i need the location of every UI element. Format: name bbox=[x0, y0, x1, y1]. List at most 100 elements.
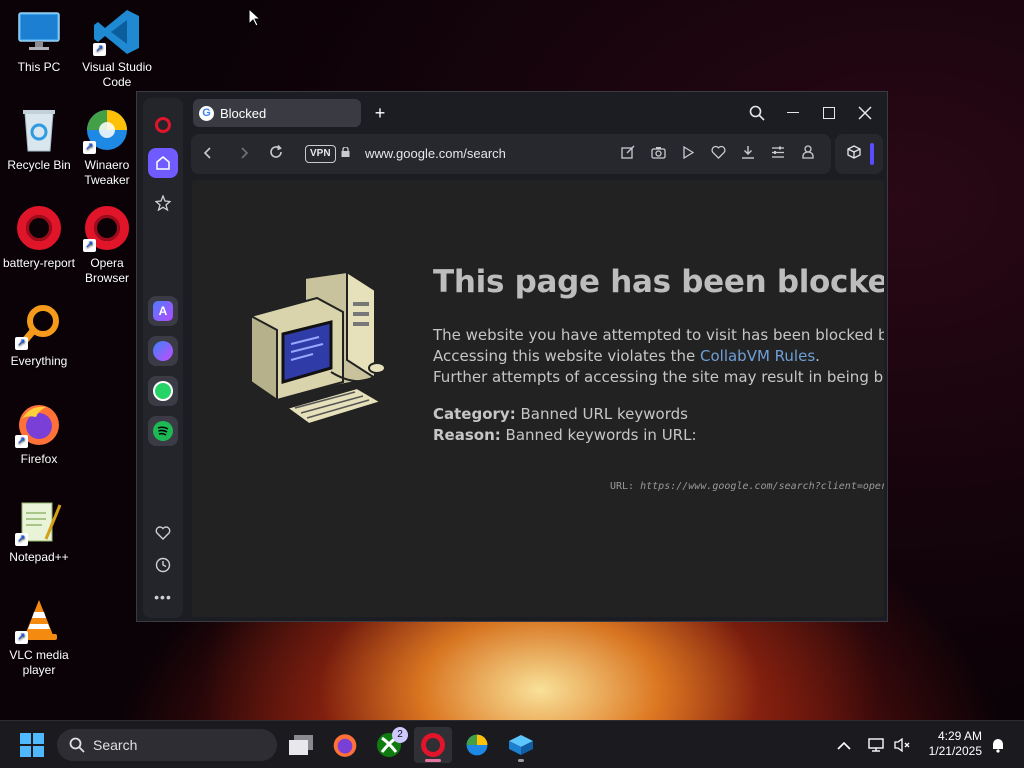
show-hidden-icons-button[interactable] bbox=[826, 727, 862, 763]
extensions-button[interactable] bbox=[843, 143, 865, 165]
computer-illustration bbox=[250, 270, 386, 426]
reload-icon bbox=[270, 144, 282, 158]
edit-page-button[interactable] bbox=[617, 143, 639, 165]
taskbar-search[interactable]: Search bbox=[57, 729, 277, 761]
taskbar-firefox[interactable] bbox=[326, 727, 364, 763]
desktop-icon-label: VLC media player bbox=[9, 648, 69, 677]
new-tab-button[interactable]: + bbox=[369, 102, 391, 124]
opera-browser-window: A ••• G Blocked + VPN www.google.com/sea… bbox=[136, 91, 888, 622]
home-icon bbox=[156, 156, 170, 170]
bookmark-button[interactable] bbox=[707, 143, 729, 165]
taskbar-opera[interactable] bbox=[414, 727, 452, 763]
collabvm-rules-link[interactable]: CollabVM Rules bbox=[700, 347, 815, 365]
extensions-area bbox=[835, 134, 883, 174]
pencil-icon bbox=[621, 145, 635, 159]
desktop-icon-winaero[interactable]: ↗ Winaero Tweaker bbox=[78, 106, 136, 188]
shortcut-arrow-icon: ↗ bbox=[15, 435, 28, 448]
desktop-icon-this-pc[interactable]: This PC bbox=[0, 8, 78, 75]
close-button[interactable] bbox=[850, 100, 880, 126]
blocked-url-line: URL: https://www.google.com/search?clien… bbox=[610, 481, 884, 492]
easy-setup-button[interactable] bbox=[767, 143, 789, 165]
sidebar-history-button[interactable] bbox=[148, 550, 178, 580]
address-toolbar: VPN www.google.com/search bbox=[191, 134, 831, 174]
back-button[interactable] bbox=[197, 143, 219, 165]
desktop-icon-label: Winaero Tweaker bbox=[84, 158, 130, 187]
url-label: URL: bbox=[610, 481, 641, 492]
opera-menu-button[interactable] bbox=[148, 110, 178, 140]
desktop-icon-recycle-bin[interactable]: Recycle Bin bbox=[0, 106, 78, 173]
tab-search-button[interactable] bbox=[742, 100, 772, 126]
mouse-cursor bbox=[248, 8, 260, 27]
sidebar-home-button[interactable] bbox=[148, 148, 178, 178]
running-indicator bbox=[518, 759, 524, 762]
messenger-icon bbox=[153, 341, 173, 361]
desktop-icon-label: Visual Studio Code bbox=[82, 60, 152, 89]
sidebar-spotify-button[interactable] bbox=[148, 416, 178, 446]
sidebar-pinboard-button[interactable] bbox=[148, 188, 178, 218]
tab-title: Blocked bbox=[220, 105, 267, 121]
opera-logo-icon bbox=[421, 733, 445, 757]
profile-button[interactable] bbox=[797, 143, 819, 165]
desktop-icon-opera[interactable]: ↗ Opera Browser bbox=[78, 204, 136, 286]
desktop-icon-label: Recycle Bin bbox=[7, 158, 71, 172]
sidebar-whatsapp-button[interactable] bbox=[148, 376, 178, 406]
shortcut-arrow-icon: ↗ bbox=[83, 239, 96, 252]
network-icon bbox=[868, 738, 884, 752]
search-placeholder: Search bbox=[93, 737, 138, 753]
desktop-icon-notepadpp[interactable]: ↗ Notepad++ bbox=[0, 498, 78, 565]
address-input[interactable]: www.google.com/search bbox=[365, 145, 506, 163]
shortcut-arrow-icon: ↗ bbox=[93, 43, 106, 56]
vpn-badge[interactable]: VPN bbox=[305, 145, 336, 163]
search-icon bbox=[69, 737, 85, 753]
maximize-button[interactable] bbox=[814, 100, 844, 126]
desktop-icon-vscode[interactable]: ↗ Visual Studio Code bbox=[78, 8, 156, 90]
category-label: Category: bbox=[433, 405, 516, 423]
notification-badge: 2 bbox=[392, 727, 408, 743]
tab-strip: G Blocked + bbox=[191, 98, 879, 128]
desktop-icon-label: Notepad++ bbox=[9, 550, 69, 564]
reload-button[interactable] bbox=[265, 143, 287, 165]
desktop-icon-battery-report[interactable]: battery-report bbox=[0, 204, 78, 271]
player-button[interactable] bbox=[677, 143, 699, 165]
desktop-icon-everything[interactable]: ↗ Everything bbox=[0, 302, 78, 369]
taskbar-winaero[interactable] bbox=[458, 727, 496, 763]
category-line: Category: Banned URL keywords bbox=[433, 405, 688, 423]
start-button[interactable] bbox=[13, 727, 51, 763]
volume-status-button[interactable] bbox=[886, 727, 918, 763]
sidebar-more-button[interactable]: ••• bbox=[148, 582, 178, 612]
reason-line: Reason: Banned keywords in URL: bbox=[433, 426, 697, 444]
reason-value: Banned keywords in URL: bbox=[500, 426, 697, 444]
winaero-tweaker-icon bbox=[466, 734, 488, 756]
blocked-message-line2: Accessing this website violates the Coll… bbox=[433, 347, 820, 365]
sidebar-messenger-button[interactable] bbox=[148, 336, 178, 366]
taskbar-app[interactable] bbox=[502, 727, 540, 763]
desktop-icon-firefox[interactable]: ↗ Firefox bbox=[0, 400, 78, 467]
system-clock[interactable]: 4:29 AM 1/21/2025 bbox=[929, 729, 982, 759]
task-view-button[interactable] bbox=[282, 727, 320, 763]
chevron-right-icon bbox=[241, 147, 249, 159]
clock-time: 4:29 AM bbox=[937, 729, 982, 743]
snapshot-button[interactable] bbox=[647, 143, 669, 165]
google-favicon-icon: G bbox=[199, 105, 214, 121]
sidebar-toggle-bar[interactable] bbox=[870, 143, 874, 165]
whatsapp-icon bbox=[153, 381, 173, 401]
desktop-icon-label: This PC bbox=[17, 60, 61, 74]
taskbar-xbox[interactable]: 2 bbox=[370, 727, 408, 763]
sidebar-favorites-button[interactable] bbox=[148, 518, 178, 548]
downloads-button[interactable] bbox=[737, 143, 759, 165]
sidebar-aria-button[interactable]: A bbox=[148, 296, 178, 326]
bell-icon bbox=[993, 739, 1003, 753]
page-title: This page has been blocked bbox=[433, 264, 884, 300]
shortcut-arrow-icon: ↗ bbox=[83, 141, 96, 154]
notifications-button[interactable] bbox=[984, 727, 1012, 763]
desktop-icon-vlc[interactable]: ↗ VLC media player bbox=[0, 596, 78, 678]
forward-button[interactable] bbox=[233, 143, 255, 165]
task-view-icon bbox=[289, 735, 313, 755]
opera-logo-icon bbox=[17, 206, 61, 250]
tab-blocked[interactable]: G Blocked bbox=[193, 99, 361, 127]
shortcut-arrow-icon: ↗ bbox=[15, 337, 28, 350]
message-text: Accessing this website violates the bbox=[433, 347, 700, 365]
chevron-left-icon bbox=[203, 147, 211, 159]
minimize-button[interactable] bbox=[778, 100, 808, 126]
aria-icon: A bbox=[153, 301, 173, 321]
